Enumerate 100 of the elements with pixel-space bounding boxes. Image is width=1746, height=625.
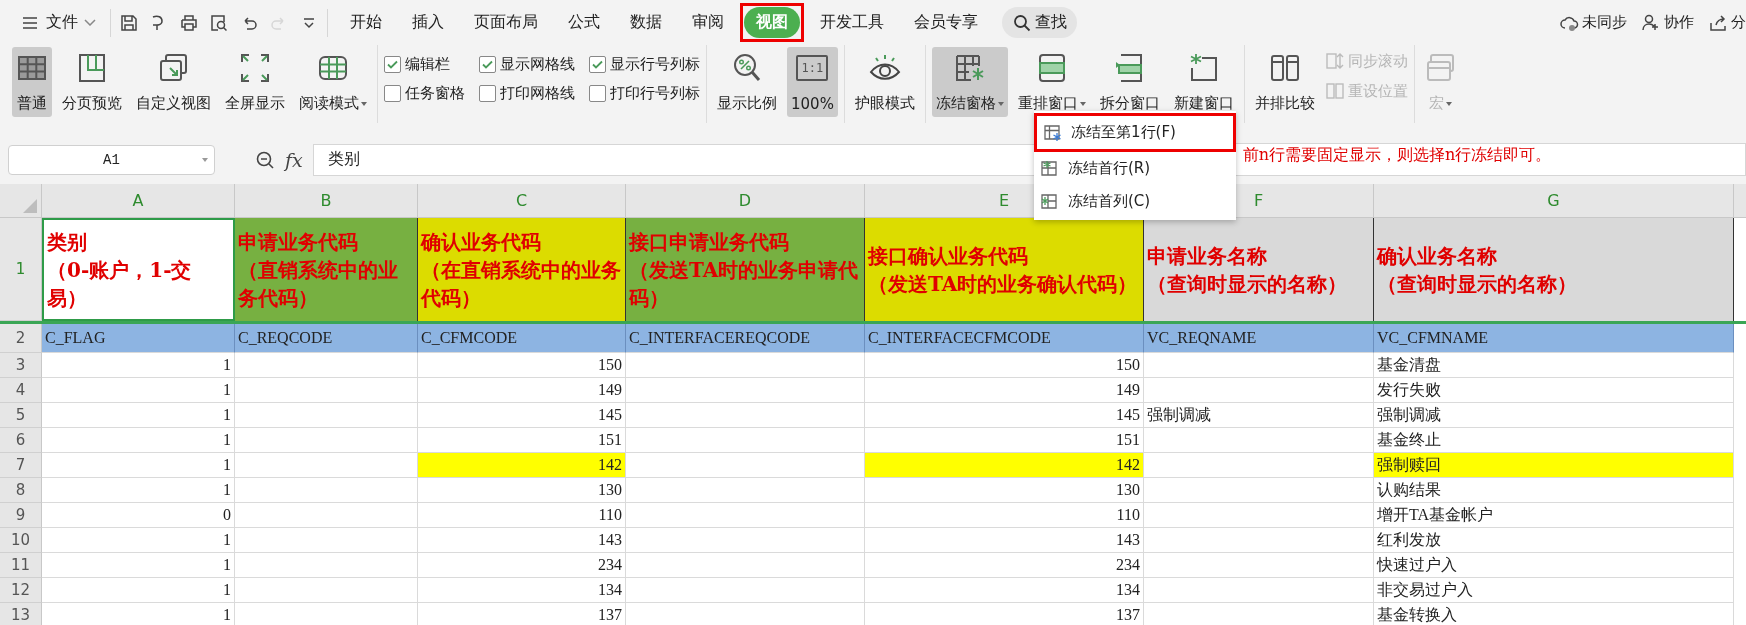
table-cell: 强制调减 [1144,403,1374,428]
header-note: （直销系统中的业务代码） [238,256,399,312]
sync-status-button[interactable]: 未同步 [1559,12,1627,33]
menu-tab[interactable]: 插入 [398,7,458,38]
checkbox-option[interactable]: 显示网格线 [479,55,575,74]
checkbox-option[interactable]: 打印行号列标 [589,84,700,103]
table-cell: 快速过户入 [1374,553,1734,578]
checkbox[interactable] [589,85,606,102]
column-header[interactable]: D [626,184,865,217]
row-header[interactable]: 2 [0,324,42,353]
save-icon[interactable] [119,12,139,33]
checkbox-option[interactable]: 编辑栏 [384,55,465,74]
checkmark-icon [482,60,493,69]
reset-position-icon [1324,81,1345,101]
header-title: 确认业务名称 [1377,242,1498,270]
ribbon-button[interactable]: 冻结窗格 [931,47,1008,117]
table-cell: 认购结果 [1374,478,1734,503]
checkbox[interactable] [384,85,401,102]
row-header[interactable]: 12 [0,578,42,603]
search-icon [1012,12,1032,33]
checkbox-option[interactable]: 打印网格线 [479,84,575,103]
menu-tab[interactable]: 开始 [336,7,396,38]
header-note: （查询时显示的名称） [1377,270,1578,298]
ribbon-button[interactable]: 全屏显示 [221,47,289,117]
row-header[interactable]: 10 [0,528,42,553]
magnifier-icon [731,52,763,84]
checkbox[interactable] [589,56,606,73]
share-button[interactable]: 分 [1708,12,1746,33]
table-cell: C_CFMCODE [418,324,626,353]
collaborate-button[interactable]: 协作 [1641,12,1694,33]
menu-tab[interactable]: 数据 [616,7,676,38]
row-header[interactable]: 4 [0,378,42,403]
ribbon-button[interactable]: 新建窗口 [1169,47,1238,117]
table-cell: 增开TA基金帐户 [1374,503,1734,528]
column-header[interactable]: C [418,184,626,217]
menu-tab[interactable]: 审阅 [678,7,738,38]
sync-scroll-icon [1324,51,1345,71]
menu-item[interactable]: 冻结至第1行(F) [1037,116,1233,149]
header-note: （发送TA时的业务申请代码） [629,256,860,312]
menu-tab[interactable]: 公式 [554,7,614,38]
row-header[interactable]: 11 [0,553,42,578]
window-copy-icon [157,52,190,84]
row-header[interactable]: 9 [0,503,42,528]
checkbox[interactable] [479,56,496,73]
checkbox[interactable] [384,56,401,73]
printer-icon[interactable] [179,12,199,33]
function-button[interactable]: fx [285,148,303,171]
search-button[interactable]: 查找 [1002,7,1077,38]
header-title: 确认业务代码 [421,228,542,256]
print-preview-icon[interactable] [209,12,229,33]
checkbox-option[interactable]: 任务窗格 [384,84,465,103]
table-cell: 红利发放 [1374,528,1734,553]
zoom-icon[interactable] [255,149,275,170]
caret-icon [1079,101,1086,106]
corner-triangle-icon [23,199,37,213]
table-cell: 1 [42,553,235,578]
ribbon-button[interactable]: 分页预览 [58,47,126,117]
menu-tab[interactable]: 会员专享 [900,7,992,38]
ribbon-button[interactable]: 护眼模式 [850,47,919,117]
name-box[interactable]: A1 [8,144,215,175]
table-cell: C_INTERFACECFMCODE [865,324,1144,353]
table-cell: 130 [418,478,626,503]
ribbon-button[interactable]: 自定义视图 [132,47,215,117]
header-title: 申请业务名称 [1147,242,1268,270]
ribbon-button[interactable]: 普通 [12,47,52,117]
table-cell: 150 [865,353,1144,378]
checkbox-option[interactable]: 显示行号列标 [589,55,700,74]
row-header[interactable]: 8 [0,478,42,503]
caret-icon [202,157,208,162]
row-header[interactable]: 7 [0,453,42,478]
table-cell: 强制调减 [1374,403,1734,428]
table-cell: 137 [865,603,1144,625]
table-cell: 1 [42,428,235,453]
table-cell: 142 [865,453,1144,478]
table-cell: 基金清盘 [1374,353,1734,378]
table-cell: 134 [865,578,1144,603]
ribbon-button[interactable]: 1:1 100% [787,47,838,117]
menu-tab[interactable]: 开发工具 [806,7,898,38]
header-title: 类别 [47,228,88,256]
table-cell: 1 [42,353,235,378]
ribbon-button[interactable]: 显示比例 [713,47,781,117]
row-header[interactable]: 1 [0,218,42,321]
ribbon-button[interactable]: 拆分窗口 [1095,47,1164,117]
menu-tab[interactable]: 页面布局 [460,7,552,38]
header-title: 接口申请业务代码 [629,228,790,256]
row-header[interactable]: 5 [0,403,42,428]
table-cell: C_FLAG [42,324,235,353]
side-by-side-icon [1268,52,1301,84]
table-cell: 1 [42,478,235,503]
table-cell: 234 [865,553,1144,578]
file-menu[interactable]: 文件 [14,8,102,37]
ribbon-button[interactable]: 阅读模式 [295,47,371,117]
table-cell: 149 [418,378,626,403]
row-header[interactable]: 13 [0,603,42,625]
header-note: （发送TA时的业务确认代码） [868,270,1139,298]
row-header[interactable]: 3 [0,353,42,378]
row-header[interactable]: 6 [0,428,42,453]
table-cell: 110 [865,503,1144,528]
ribbon-button[interactable]: 并排比较 [1250,47,1319,117]
checkbox[interactable] [479,85,496,102]
